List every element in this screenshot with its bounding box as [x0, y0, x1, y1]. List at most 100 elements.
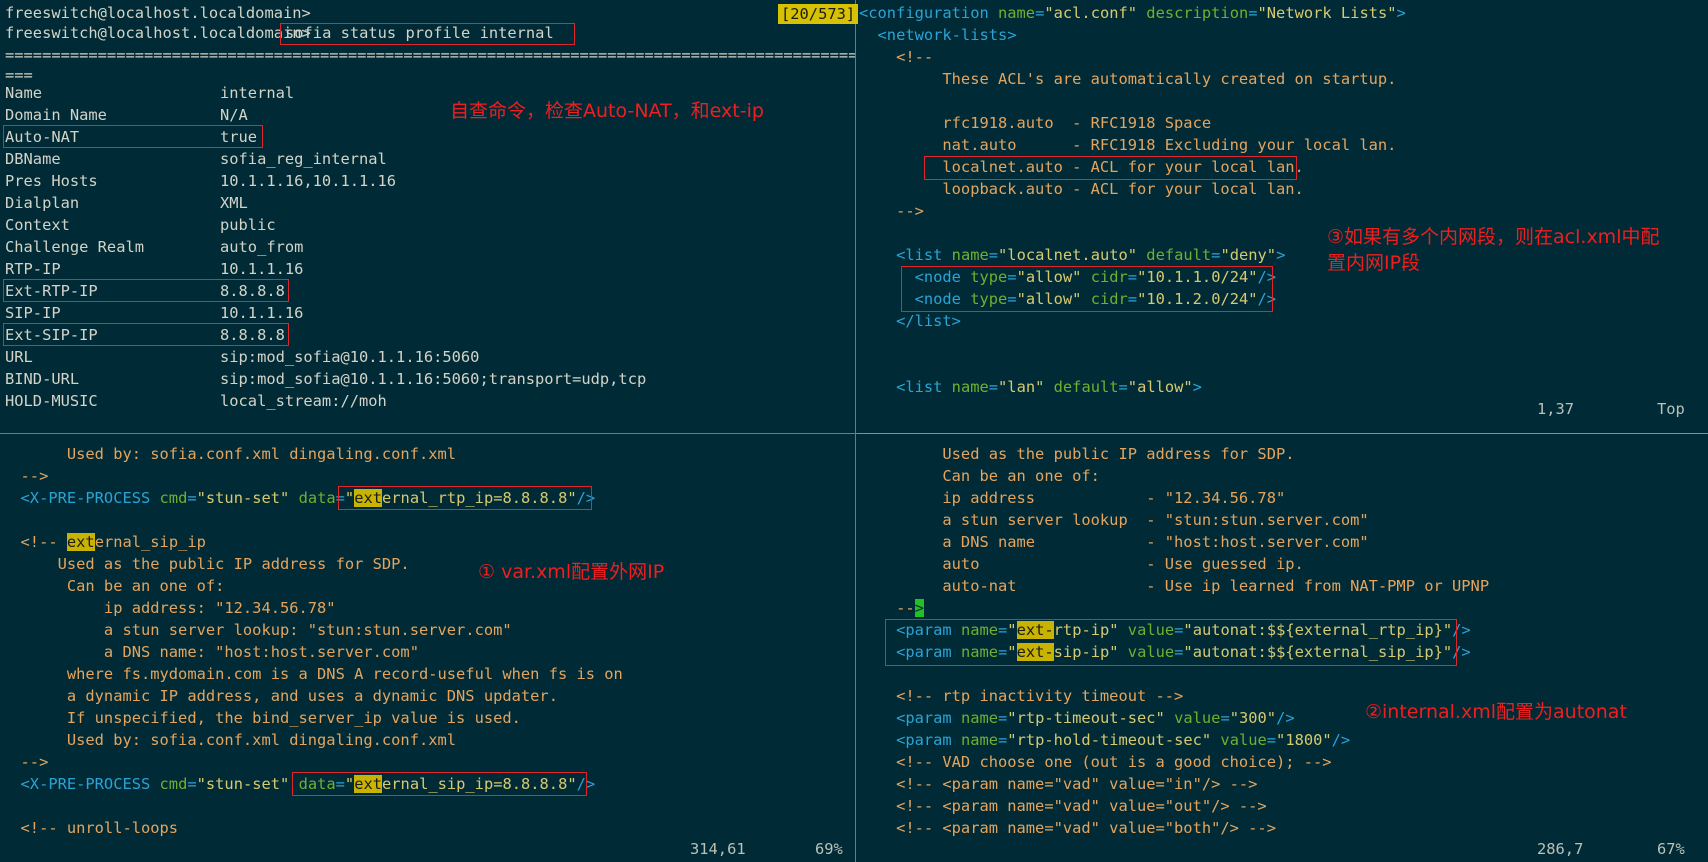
code-line: <!-- unroll-loops: [2, 819, 179, 837]
cli-prompt: freeswitch@localhost.localdomain>: [5, 4, 311, 22]
vim-pane-internal-xml[interactable]: Used as the public IP address for SDP. C…: [857, 435, 1708, 862]
code-line: -->: [2, 467, 49, 485]
vim-pane-vars-xml[interactable]: Used by: sofia.conf.xml dingaling.conf.x…: [0, 435, 855, 862]
status-value: local_stream://moh: [220, 392, 387, 410]
vim-cursor-position: 1,37: [1537, 400, 1575, 418]
code-line: nat.auto - RFC1918 Excluding your local …: [859, 136, 1397, 154]
fs-cli-pane[interactable]: freeswitch@localhost.localdomain> freesw…: [0, 0, 855, 433]
xml-punct: =: [1248, 4, 1258, 22]
xml-attr: name: [951, 378, 989, 396]
ext-ip-params-highlight-box: [885, 619, 1457, 666]
cli-prompt: freeswitch@localhost.localdomain>: [5, 24, 311, 42]
search-match-counter: [20/573]: [778, 4, 859, 24]
xml-attr: cmd: [159, 489, 188, 507]
code-line: -->: [2, 753, 49, 771]
code-line: a DNS name: "host:host.server.com": [2, 643, 419, 661]
xml-attr: name: [951, 246, 989, 264]
status-value: N/A: [220, 106, 248, 124]
status-value: 10.1.1.16,10.1.1.16: [220, 172, 397, 190]
localnet-highlight-box: [924, 156, 1297, 180]
xml-punct: />: [1276, 709, 1295, 727]
xml-attr: name: [960, 731, 999, 749]
code-line: <!-- external_sip_ip: [2, 531, 206, 553]
vim-cursor-position: 286,7: [1537, 840, 1584, 858]
xml-value: "lan": [998, 378, 1045, 396]
code-line: auto-nat - Use ip learned from NAT-PMP o…: [859, 577, 1490, 595]
status-key: Domain Name: [5, 106, 107, 124]
xml-tag: <X-PRE-PROCESS: [2, 775, 160, 793]
xml-value: "1800": [1276, 731, 1332, 749]
xml-attr: default: [1044, 378, 1119, 396]
xml-punct: =: [988, 246, 999, 264]
status-key: HOLD-MUSIC: [5, 392, 98, 410]
xml-value: "300": [1229, 709, 1277, 727]
xml-tag: <configuration: [859, 4, 998, 22]
xml-punct: =: [1220, 709, 1230, 727]
xml-value: "stun-set": [196, 489, 290, 507]
status-value: sip:mod_sofia@10.1.1.16:5060: [220, 348, 480, 366]
external-rtp-ip-highlight-box: [338, 486, 592, 510]
code-line: rfc1918.auto - RFC1918 Space: [859, 114, 1212, 132]
code-line: </list>: [859, 312, 961, 330]
status-value: 10.1.1.16: [220, 260, 304, 278]
xml-punct: =: [1266, 731, 1277, 749]
xml-punct: =: [998, 709, 1008, 727]
status-value: internal: [220, 84, 295, 102]
code-line: Used by: sofia.conf.xml dingaling.conf.x…: [2, 445, 457, 463]
code-line: ip address - "12.34.56.78": [859, 489, 1286, 507]
code-line: <!-- <param name="vad" value="both"/> --…: [859, 819, 1276, 837]
code-line: Used as the public IP address for SDP.: [859, 445, 1295, 463]
xml-tag: <param: [859, 709, 961, 727]
xml-value: "localnet.auto": [998, 246, 1138, 264]
xml-value: "allow": [1127, 378, 1193, 396]
status-key: URL: [5, 348, 33, 366]
xml-attr: data: [289, 489, 336, 507]
vim-cursor-position: 314,61: [690, 840, 746, 858]
auto-nat-highlight-box: [3, 125, 263, 148]
xml-punct: >: [1396, 4, 1406, 22]
code-line: -->: [859, 202, 924, 220]
code-line: <network-lists>: [859, 26, 1017, 44]
xml-tag: <param: [859, 731, 961, 749]
code-line: Can be an one of:: [2, 577, 225, 595]
annotation-acl: ③如果有多个内网段，则在acl.xml中配: [1327, 226, 1660, 248]
code-line: <!--: [859, 48, 934, 66]
code-line: ip address: "12.34.56.78": [2, 599, 336, 617]
code-line: <!-- rtp inactivity timeout -->: [859, 687, 1184, 705]
vertical-split-divider[interactable]: [855, 0, 856, 862]
xml-attr: default: [1137, 246, 1212, 264]
status-key: Dialplan: [5, 194, 80, 212]
status-key: RTP-IP: [5, 260, 61, 278]
xml-punct: >: [1192, 378, 1202, 396]
vim-scroll-percent: Top: [1657, 400, 1685, 418]
status-value: 10.1.1.16: [220, 304, 304, 322]
code-line: Can be an one of:: [859, 467, 1100, 485]
xml-punct: >: [1276, 246, 1286, 264]
vim-scroll-percent: 67%: [1657, 840, 1685, 858]
code-line: If unspecified, the bind_server_ip value…: [2, 709, 521, 727]
xml-punct: />: [1331, 731, 1351, 749]
xml-punct: =: [187, 489, 197, 507]
status-key: SIP-IP: [5, 304, 61, 322]
xml-tag: <X-PRE-PROCESS: [2, 489, 160, 507]
xml-attr: cmd: [159, 775, 188, 793]
vim-pane-acl-conf[interactable]: <configuration name="acl.conf" descripti…: [857, 0, 1708, 433]
ext-rtp-ip-highlight-box: [3, 279, 289, 302]
xml-tag: <list: [859, 246, 952, 264]
status-key: BIND-URL: [5, 370, 80, 388]
xml-value: "stun-set": [196, 775, 290, 793]
xml-value: "rtp-hold-timeout-sec": [1007, 731, 1212, 749]
status-key: Pres Hosts: [5, 172, 98, 190]
comment-text: ernal_sip_ip: [94, 533, 206, 551]
code-line: where fs.mydomain.com is a DNS A record-…: [2, 665, 623, 683]
xml-punct: =: [988, 378, 999, 396]
status-value: sip:mod_sofia@10.1.1.16:5060;transport=u…: [220, 370, 647, 388]
comment-open: <!--: [2, 533, 67, 551]
code-line: <list name="lan" default="allow">: [859, 376, 1202, 398]
xml-attr: name: [960, 709, 999, 727]
code-line: <list name="localnet.auto" default="deny…: [859, 244, 1285, 266]
xml-attr: name: [998, 4, 1036, 22]
command-highlight-box: [280, 23, 575, 45]
text-cursor: >: [914, 599, 924, 617]
xml-tag: <list: [859, 378, 952, 396]
